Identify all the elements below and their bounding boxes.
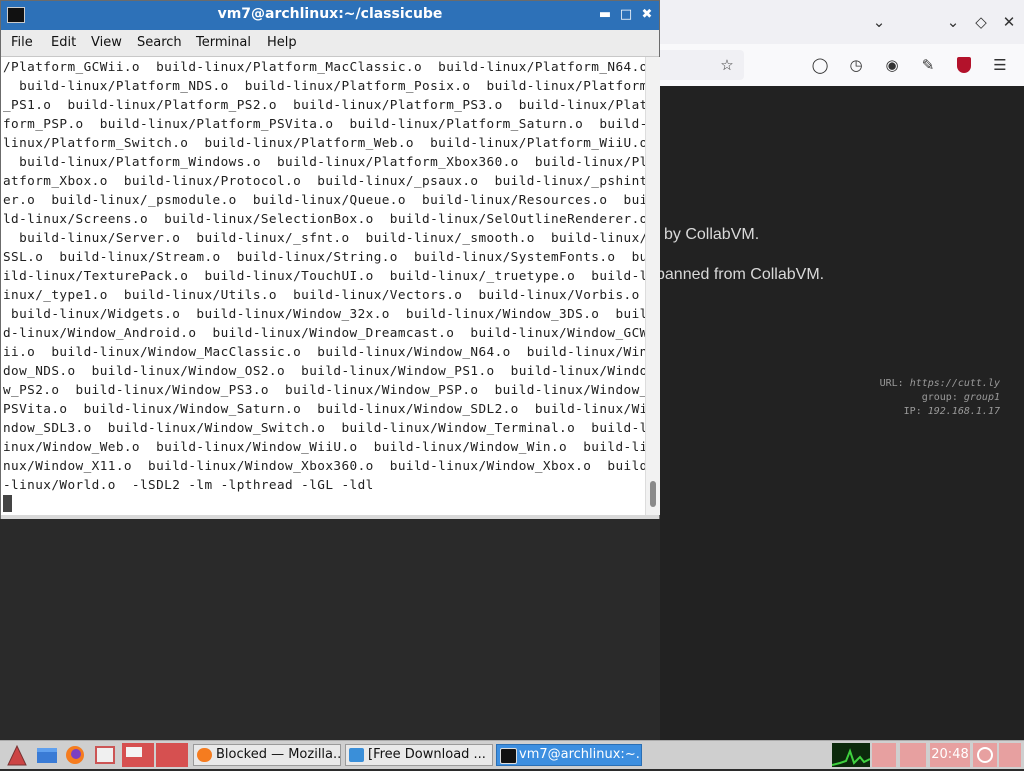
browser-chrome: ⌄ ⌄ ◇ ✕ ☆ ◯ ◷ ◉ ✎ ☰ [660,0,1024,86]
terminal-line: ndow_SDL3.o build-linux/Window_Switch.o … [3,420,645,435]
terminal-line: _PS1.o build-linux/Platform_PS2.o build-… [3,97,645,112]
taskbar-item-download[interactable]: [Free Download ... [345,744,493,766]
terminal-line: inux/Window_Web.o build-linux/Window_Wii… [3,439,645,454]
taskbar-item-label: Blocked — Mozilla... [216,747,341,762]
menu-file[interactable]: File [11,35,33,50]
terminal-line: w_PS2.o build-linux/Window_PS3.o build-l… [3,382,645,397]
list-all-tabs-icon[interactable]: ⌄ [868,11,890,33]
volume-icon[interactable] [900,743,926,767]
page-message-2: banned from CollabVM. [656,266,825,283]
clock[interactable]: 20:48 [930,743,970,767]
menu-edit[interactable]: Edit [51,35,76,50]
browser-toolbar: ☆ ◯ ◷ ◉ ✎ ☰ [660,44,1024,86]
history-icon[interactable]: ◷ [845,54,867,76]
terminal-line: ld-linux/Screens.o build-linux/Selection… [3,211,645,226]
browser-tabstrip: ⌄ ⌄ ◇ ✕ [660,0,1024,45]
bookmark-star-icon[interactable]: ☆ [716,54,738,76]
terminal-line: er.o build-linux/_psmodule.o build-linux… [3,192,645,207]
network-icon[interactable] [872,743,896,767]
terminal-line: form_PSP.o build-linux/Platform_PSVita.o… [3,116,645,131]
terminal-line: build-linux/Widgets.o build-linux/Window… [3,306,645,321]
window-title: vm7@archlinux:~/classicube [217,6,443,22]
terminal-line: dow_NDS.o build-linux/Window_OS2.o build… [3,363,645,378]
start-menu-icon[interactable] [4,743,30,767]
minimize-icon[interactable]: ▬ [597,7,613,23]
close-icon[interactable]: ✖ [639,7,655,23]
window-icon[interactable] [92,743,118,767]
ublock-icon[interactable] [953,54,975,76]
menu-help[interactable]: Help [267,35,297,50]
pocket-icon[interactable]: ◯ [809,54,831,76]
workspace-2-icon[interactable] [156,743,188,767]
account-icon[interactable]: ◉ [881,54,903,76]
url-bar[interactable]: ☆ [660,50,744,80]
menubar: File Edit View Search Terminal Help [1,30,659,57]
taskbar-item-label: vm7@archlinux:~... [519,747,642,762]
menu-search[interactable]: Search [137,35,182,50]
terminal-line: build-linux/Platform_Windows.o build-lin… [3,154,645,169]
terminal-line: d-linux/Window_Android.o build-linux/Win… [3,325,645,340]
extensions-icon[interactable]: ✎ [917,54,939,76]
menu-icon[interactable]: ☰ [989,54,1011,76]
taskbar: Blocked — Mozilla... [Free Download ... … [0,740,1024,769]
terminal-line: inux/_type1.o build-linux/Utils.o build-… [3,287,645,302]
firefox-icon [197,748,212,762]
power-icon[interactable] [973,743,997,767]
scrollbar-thumb[interactable] [650,481,656,507]
info-url: URL: https://cutt.ly [879,378,1000,389]
file-manager-icon[interactable] [34,743,60,767]
cpu-monitor-icon[interactable] [831,743,871,767]
taskbar-item-firefox[interactable]: Blocked — Mozilla... [193,744,341,766]
terminal-line: build-linux/Platform_NDS.o build-linux/P… [3,78,645,93]
taskbar-item-label: [Free Download ... [368,747,486,762]
maximize-icon[interactable]: □ [618,7,634,23]
workspace-1-icon[interactable] [122,743,154,767]
terminal-line: SSL.o build-linux/Stream.o build-linux/S… [3,249,645,264]
terminal-line: atform_Xbox.o build-linux/Protocol.o bui… [3,173,645,188]
maximize-icon[interactable]: ◇ [970,11,992,33]
terminal-line: -linux/World.o -lSDL2 -lm -lpthread -lGL… [3,477,374,492]
firefox-icon[interactable] [62,743,88,767]
terminal-line: linux/Platform_Switch.o build-linux/Plat… [3,135,645,150]
menu-terminal[interactable]: Terminal [196,35,251,50]
terminal-scrollbar[interactable] [645,57,660,515]
taskbar-item-terminal[interactable]: vm7@archlinux:~... [496,744,642,766]
download-icon [349,748,364,762]
terminal-line: build-linux/Server.o build-linux/_sfnt.o… [3,230,645,245]
desktop-icon[interactable] [999,743,1021,767]
close-icon[interactable]: ✕ [998,11,1020,33]
terminal-icon [500,748,517,764]
info-group: group: group1 [921,392,1000,403]
browser-page: l by CollabVM. banned from CollabVM. URL… [656,86,1024,740]
info-ip: IP: 192.168.1.17 [903,406,1000,417]
terminal-cursor [3,495,12,512]
page-message-1: l by CollabVM. [656,226,760,243]
terminal-titlebar[interactable]: vm7@archlinux:~/classicube ▬ □ ✖ [1,1,659,30]
menu-view[interactable]: View [91,35,122,50]
terminal-line: ii.o build-linux/Window_MacClassic.o bui… [3,344,645,359]
terminal-output[interactable]: /Platform_GCWii.o build-linux/Platform_M… [1,57,645,515]
terminal-bottom-edge [1,515,659,519]
terminal-line: ild-linux/TexturePack.o build-linux/Touc… [3,268,645,283]
terminal-line: PSVita.o build-linux/Window_Saturn.o bui… [3,401,645,416]
terminal-window: vm7@archlinux:~/classicube ▬ □ ✖ File Ed… [0,0,660,519]
terminal-line: /Platform_GCWii.o build-linux/Platform_M… [3,59,645,74]
minimize-icon[interactable]: ⌄ [942,11,964,33]
terminal-line: nux/Window_X11.o build-linux/Window_Xbox… [3,458,645,473]
